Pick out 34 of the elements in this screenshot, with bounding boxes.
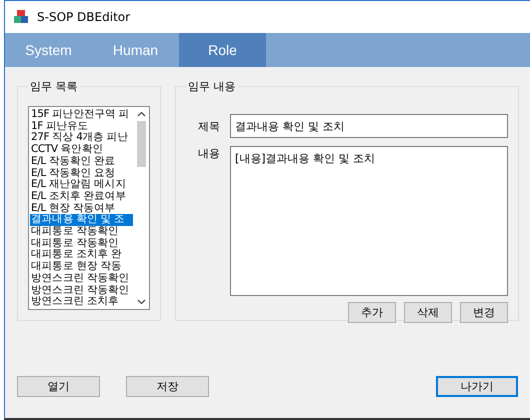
- list-item[interactable]: 대피통로 현장 작동: [30, 261, 133, 273]
- list-item[interactable]: E/L 조치후 완료여부: [30, 190, 133, 203]
- task-list[interactable]: 15F 피난안전구역 피 1F 피난유도 27F 직상 4개층 피난 CCTV 육안확인 E/L 작동확인 완료 E/L 작동확인 요청 E/L 재난알림 메시지 E/L 조치후 완료여부 E/L 현장 작동여부 결과내용 확인 및 조 대피통로 작동확인 대피통로 작동확인 대피통로 조치후 완 대피통로 현장 작동 방연스크린 작동확인 방연스크린 작동확인 방연스크린 조치후: [28, 106, 150, 310]
- list-item[interactable]: 대피통로 작동확인: [30, 238, 133, 250]
- list-item[interactable]: E/L 재난알림 메시지: [30, 179, 133, 191]
- footer-button[interactable]: 저장: [126, 376, 209, 396]
- action-button[interactable]: 추가: [348, 302, 396, 323]
- list-item[interactable]: E/L 작동확인 완료: [30, 156, 133, 168]
- list-item[interactable]: 방연스크린 작동확인: [30, 272, 133, 285]
- field-label: 제목: [197, 118, 220, 134]
- list-item[interactable]: 방연스크린 조치후: [30, 296, 133, 308]
- scroll-thumb[interactable]: [136, 121, 146, 167]
- list-item[interactable]: 결과내용 확인 및 조: [30, 214, 133, 226]
- list-item[interactable]: 27F 직상 4개층 피난: [30, 132, 133, 144]
- app-icon: [13, 9, 29, 25]
- content-field[interactable]: [내용]결과내용 확인 및 조치: [230, 146, 508, 296]
- field-label: 내용: [197, 146, 220, 161]
- list-item[interactable]: 방연스크린 작동확인: [30, 284, 133, 296]
- footer-button[interactable]: 열기: [17, 376, 100, 396]
- action-button[interactable]: 변경: [460, 302, 508, 323]
- list-item[interactable]: 15F 피난안전구역 피: [30, 109, 133, 121]
- window-title: S-SOP DBEditor: [37, 10, 130, 24]
- list-item[interactable]: E/L 작동확인 요청: [30, 168, 133, 180]
- list-item[interactable]: 대피통로 조치후 완: [30, 249, 133, 262]
- action-button[interactable]: 삭제: [404, 302, 452, 323]
- list-item[interactable]: E/L 현장 작동여부: [30, 202, 133, 214]
- group-title: 임무 목록: [29, 79, 78, 94]
- menu-tab[interactable]: Role: [179, 33, 266, 67]
- list-item[interactable]: 1F 피난유도: [30, 120, 133, 132]
- exit-button[interactable]: 나가기: [436, 376, 518, 396]
- title-field[interactable]: 결과내용 확인 및 조치: [230, 114, 508, 138]
- list-item[interactable]: 대피통로 작동확인: [30, 226, 133, 238]
- list-item[interactable]: CCTV 육안확인: [30, 144, 133, 156]
- group-title: 임무 내용: [187, 79, 236, 94]
